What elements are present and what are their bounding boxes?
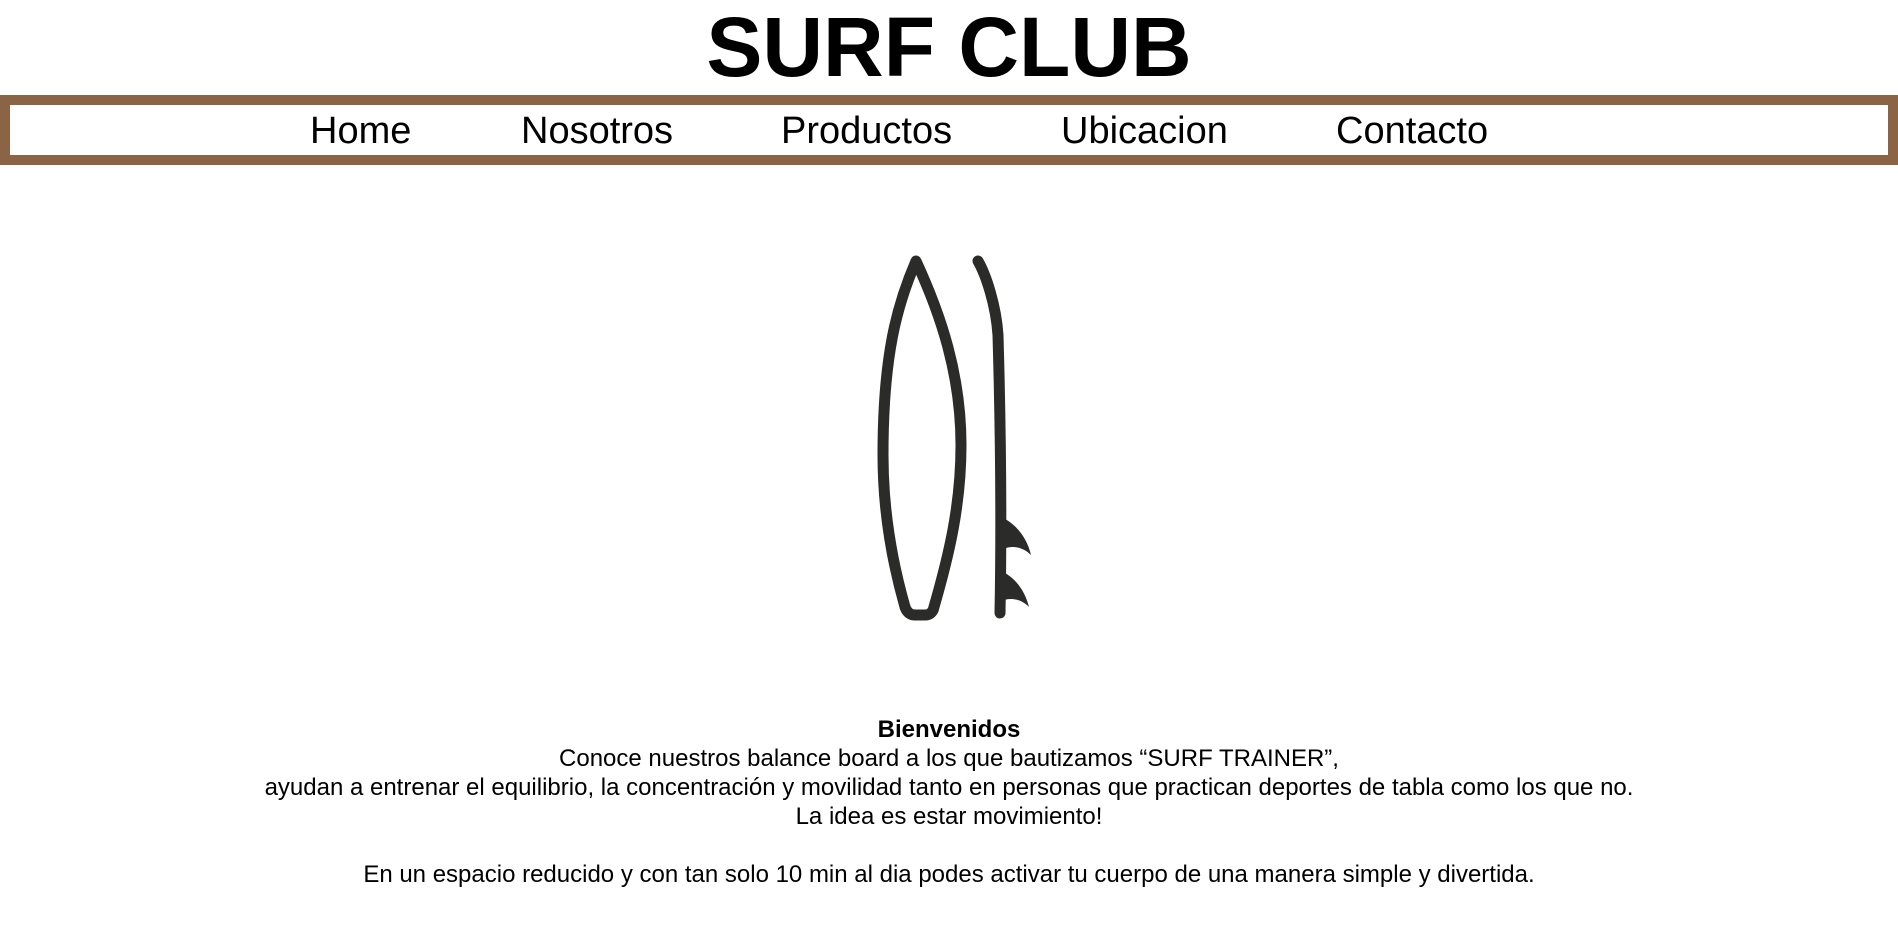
- intro-line-3: La idea es estar movimiento!: [795, 803, 1103, 830]
- surfboard-right-profile: [972, 255, 1007, 619]
- surfboard-left-outline: [877, 255, 967, 621]
- nav-item-ubicacion[interactable]: Ubicacion: [1061, 105, 1228, 155]
- intro-section: Bienvenidos Conoce nuestros balance boar…: [0, 715, 1898, 889]
- main-nav: Home Nosotros Productos Ubicacion Contac…: [0, 95, 1898, 165]
- intro-line-1: Conoce nuestros balance board a los que …: [559, 745, 1339, 772]
- nav-item-contacto[interactable]: Contacto: [1336, 105, 1488, 155]
- nav-item-nosotros[interactable]: Nosotros: [521, 105, 673, 155]
- intro-heading: Bienvenidos: [877, 716, 1021, 743]
- nav-item-home[interactable]: Home: [310, 105, 411, 155]
- site-title: SURF CLUB: [706, 0, 1192, 94]
- nav-item-productos[interactable]: Productos: [781, 105, 952, 155]
- nav-list: Home Nosotros Productos Ubicacion Contac…: [10, 105, 1888, 155]
- intro-line-2: ayudan a entrenar el equilibrio, la conc…: [264, 774, 1634, 801]
- intro-spacer: [0, 831, 1898, 860]
- intro-line-4: En un espacio reducido y con tan solo 10…: [363, 861, 1535, 888]
- surfboard-icon: [849, 245, 1049, 635]
